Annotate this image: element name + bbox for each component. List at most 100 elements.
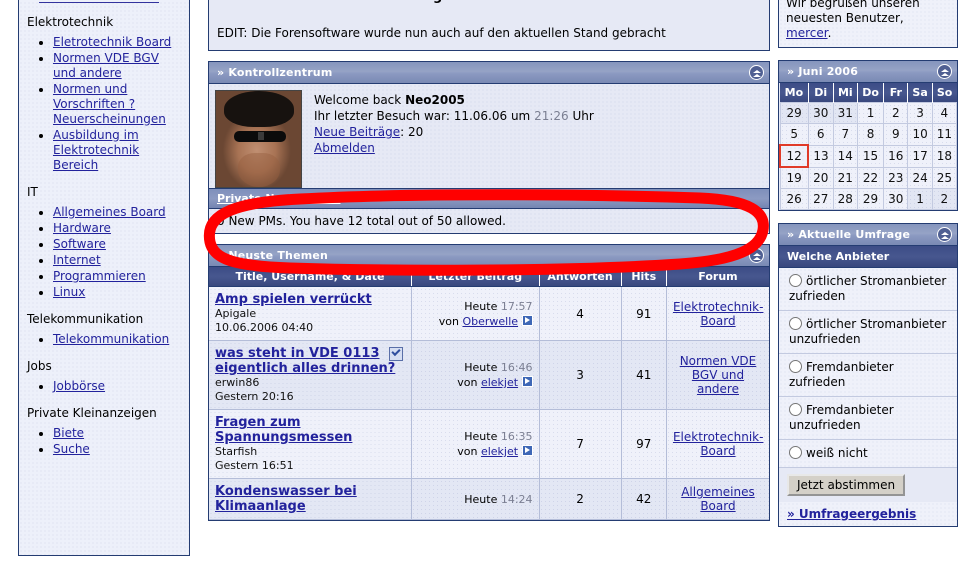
- control-panel-box: » Kontrollzentrum Welcome back Neo2005 I…: [208, 61, 770, 234]
- poll-option-radio[interactable]: [789, 360, 802, 373]
- calendar-day[interactable]: 23: [883, 166, 909, 189]
- calendar-day[interactable]: 18: [931, 144, 958, 168]
- avatar: [215, 90, 302, 188]
- calendar-day[interactable]: 24: [907, 166, 933, 189]
- poll-question: Welche Anbieter: [779, 246, 957, 268]
- calendar-day[interactable]: 13: [807, 144, 834, 168]
- latest-threads-title: » Neuste Themen: [217, 249, 329, 262]
- thread-date: 10.06.2006 04:40: [215, 321, 314, 334]
- calendar-day[interactable]: 30: [807, 102, 834, 124]
- logout-line: Abmelden: [314, 140, 594, 156]
- sidebar-item-suche[interactable]: Suche: [53, 442, 90, 456]
- table-row: was steht in VDE 0113 eigentlich alles d…: [209, 340, 769, 410]
- sidebar-item-linux[interactable]: Linux: [53, 285, 85, 299]
- collapse-control-panel-button[interactable]: [749, 65, 764, 80]
- welcome-line: Welcome back Neo2005: [314, 92, 594, 108]
- forum-link[interactable]: Elektrotechnik-Board: [673, 430, 763, 458]
- forum-link[interactable]: Elektrotechnik-Board: [673, 300, 763, 328]
- calendar-day[interactable]: 28: [832, 188, 858, 210]
- poll-option-radio[interactable]: [789, 403, 802, 416]
- calendar-day[interactable]: 26: [779, 188, 809, 210]
- calendar-day[interactable]: 15: [856, 144, 885, 168]
- calendar-day[interactable]: 7: [832, 123, 858, 146]
- calendar-day[interactable]: 17: [907, 144, 933, 168]
- sidebar-item-normen-vde-bgv-und-andere[interactable]: Normen VDE BGV und andere: [53, 51, 159, 80]
- calendar-day[interactable]: 16: [883, 144, 909, 168]
- sidebar-item-internet[interactable]: Internet: [53, 253, 101, 267]
- calendar-day[interactable]: 31: [832, 102, 858, 124]
- last-post-author-link[interactable]: Oberwelle: [462, 315, 518, 328]
- thread-title-link[interactable]: was steht in VDE 0113 eigentlich alles d…: [215, 346, 395, 376]
- calendar-day[interactable]: 27: [807, 188, 834, 210]
- calendar-day[interactable]: 19: [779, 166, 809, 189]
- calendar-day[interactable]: 20: [807, 166, 834, 189]
- calendar-day[interactable]: 10: [907, 123, 933, 146]
- sidebar-item-normen-und-vorschriften-neuerscheinungen[interactable]: Normen und Vorschriften ? Neuerscheinung…: [53, 82, 166, 126]
- poll-option-radio[interactable]: [789, 274, 802, 287]
- poll-results-link[interactable]: » Umfrageergebnis: [787, 507, 916, 521]
- welcome-prefix: Welcome back: [314, 93, 402, 107]
- logout-link[interactable]: Abmelden: [314, 141, 375, 155]
- thread-title-link[interactable]: Amp spielen verrückt: [215, 292, 372, 307]
- sidebar-item-allgemeines-board[interactable]: Allgemeines Board: [53, 205, 166, 219]
- collapse-latest-threads-button[interactable]: [749, 248, 764, 263]
- last-visit-line: Ihr letzter Besuch war: 11.06.06 um 21:2…: [314, 108, 594, 124]
- sidebar-top-link[interactable]: [39, 0, 159, 3]
- calendar-day[interactable]: 29: [779, 102, 809, 124]
- newest-member-link[interactable]: mercer: [786, 26, 828, 40]
- thread-author: erwin86: [215, 376, 260, 389]
- last-post-author-link[interactable]: elekjet: [481, 445, 518, 458]
- collapse-calendar-button[interactable]: [937, 64, 952, 79]
- calendar-day[interactable]: 29: [856, 188, 885, 210]
- goto-last-post-icon[interactable]: [521, 314, 533, 326]
- calendar-day[interactable]: 3: [907, 102, 933, 124]
- sidebar-item-hardware[interactable]: Hardware: [53, 221, 111, 235]
- thread-title-link[interactable]: Fragen zum Spannungsmessen: [215, 415, 352, 445]
- last-post-author-link[interactable]: elekjet: [481, 376, 518, 389]
- calendar-day[interactable]: 21: [832, 166, 858, 189]
- sidebar-item-programmieren[interactable]: Programmieren: [53, 269, 146, 283]
- sidebar-list-item: Linux: [53, 285, 183, 300]
- goto-last-post-icon[interactable]: [521, 376, 533, 387]
- calendar-day[interactable]: 11: [931, 123, 958, 146]
- sidebar-item-ausbildung-im-elektrotechnik-bereich[interactable]: Ausbildung im Elektrotechnik Bereich: [53, 128, 139, 172]
- poll-option-radio[interactable]: [789, 446, 802, 459]
- calendar-day[interactable]: 1: [907, 188, 933, 210]
- thread-title-link[interactable]: Kondenswasser bei Klimaanlage: [215, 484, 357, 514]
- forum-link[interactable]: Normen VDE BGV und andere: [680, 354, 757, 396]
- last-post-author-line: von Oberwelle: [418, 314, 533, 329]
- calendar-day[interactable]: 14: [832, 144, 858, 168]
- new-posts-link[interactable]: Neue Beiträge: [314, 125, 400, 139]
- calendar-day-today[interactable]: 12: [778, 144, 810, 168]
- poll-option[interactable]: weiß nicht: [779, 440, 957, 468]
- forum-link[interactable]: Allgemeines Board: [681, 485, 755, 513]
- calendar-day[interactable]: 5: [779, 123, 809, 146]
- chevron-up-icon: [937, 227, 952, 242]
- sidebar-item-biete[interactable]: Biete: [53, 426, 84, 440]
- private-messages-link[interactable]: Private Nachrichten: [217, 192, 340, 205]
- sidebar-item-eletrotechnik-board[interactable]: Eletrotechnik Board: [53, 35, 171, 49]
- calendar-day[interactable]: 25: [931, 166, 958, 189]
- poll-option[interactable]: Fremdanbieter unzufrieden: [779, 397, 957, 440]
- poll-option[interactable]: örtlicher Stromanbieter zufrieden: [779, 268, 957, 311]
- poll-option[interactable]: örtlicher Stromanbieter unzufrieden: [779, 311, 957, 354]
- calendar-day[interactable]: 30: [883, 188, 909, 210]
- sidebar-item-jobb-rse[interactable]: Jobbörse: [53, 379, 105, 393]
- calendar-day[interactable]: 22: [856, 166, 885, 189]
- collapse-poll-button[interactable]: [937, 227, 952, 242]
- sidebar-item-telekommunikation[interactable]: Telekommunikation: [53, 332, 169, 346]
- calendar-day[interactable]: 1: [856, 102, 885, 124]
- goto-last-post-icon[interactable]: [521, 445, 533, 456]
- calendar-day[interactable]: 2: [931, 188, 958, 210]
- poll-option-radio[interactable]: [789, 317, 802, 330]
- calendar-day[interactable]: 8: [856, 123, 885, 146]
- sidebar-item-software[interactable]: Software: [53, 237, 106, 251]
- column-header: Hits: [621, 267, 667, 287]
- vote-button[interactable]: Jetzt abstimmen: [787, 474, 906, 496]
- calendar-day[interactable]: 6: [807, 123, 834, 146]
- poll-option[interactable]: Fremdanbieter zufrieden: [779, 354, 957, 397]
- calendar-day[interactable]: 9: [883, 123, 909, 146]
- calendar-day[interactable]: 2: [883, 102, 909, 124]
- last-visit-date: 11.06.06 um: [453, 109, 531, 123]
- calendar-day[interactable]: 4: [931, 102, 958, 124]
